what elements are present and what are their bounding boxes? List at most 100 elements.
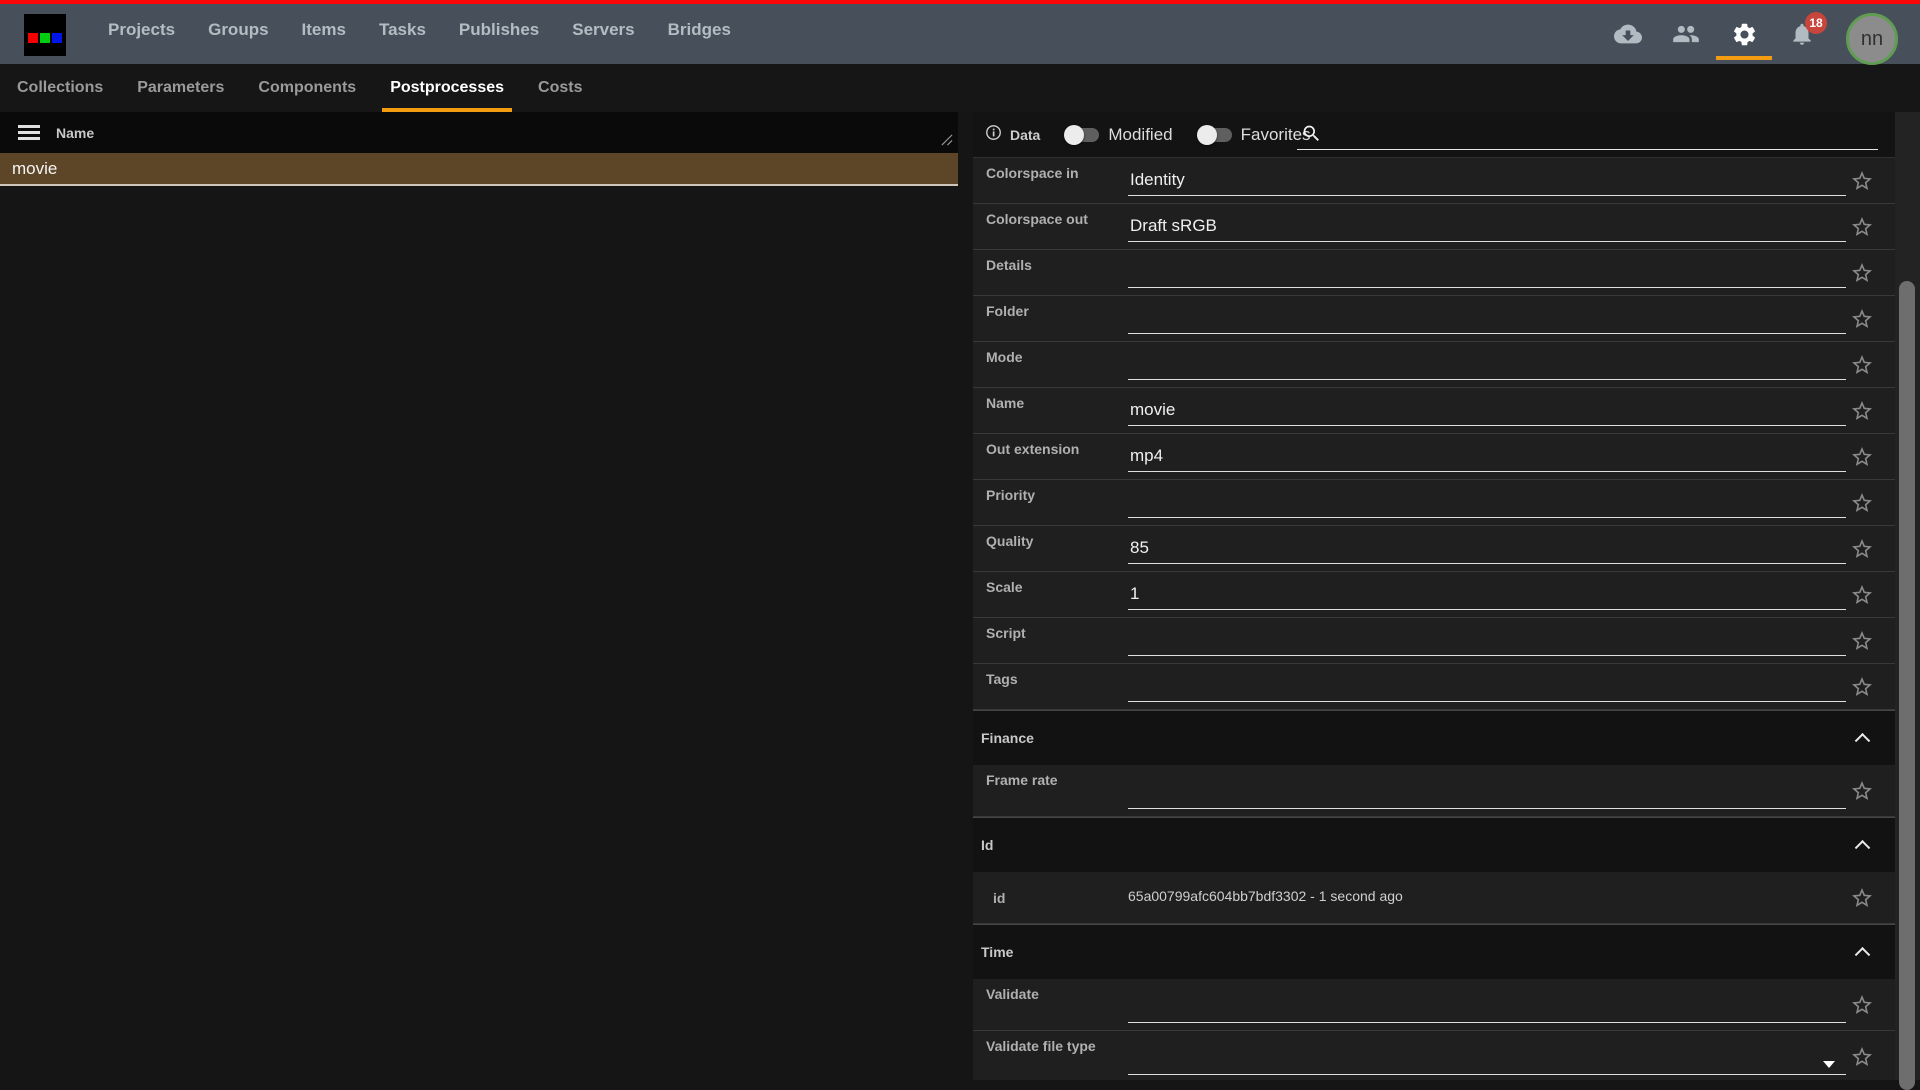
settings-gear-icon[interactable] xyxy=(1730,20,1758,48)
favorite-star-icon[interactable] xyxy=(1849,490,1875,516)
favorite-star-icon[interactable] xyxy=(1849,260,1875,286)
field-value-quality[interactable]: 85 xyxy=(1128,539,1846,564)
favorite-star-icon[interactable] xyxy=(1849,992,1875,1018)
field-value-validate[interactable] xyxy=(1128,999,1846,1023)
field-value-colorspace-in[interactable]: Identity xyxy=(1128,171,1846,196)
scrollbar-thumb[interactable] xyxy=(1899,281,1915,1090)
resize-handle-icon[interactable] xyxy=(940,133,953,151)
favorite-star-icon[interactable] xyxy=(1849,582,1875,608)
logo-blue-square xyxy=(52,33,62,43)
tab-postprocesses[interactable]: Postprocesses xyxy=(388,64,506,112)
field-label: Colorspace in xyxy=(986,165,1079,181)
top-bar: Projects Groups Items Tasks Publishes Servers… xyxy=(0,4,1920,64)
field-row-out-extension: Out extension mp4 xyxy=(973,434,1895,480)
field-value-priority[interactable] xyxy=(1128,494,1846,518)
list-rows: movie xyxy=(0,153,958,186)
field-label: Priority xyxy=(986,487,1035,503)
modified-toggle[interactable] xyxy=(1066,128,1099,142)
field-row-id: id65a00799afc604bb7bdf3302 - 1 second ag… xyxy=(973,872,1895,924)
field-value-colorspace-out[interactable]: Draft sRGB xyxy=(1128,217,1846,242)
modified-toggle-group: Modified xyxy=(1066,125,1172,145)
group-time: TimeValidateValidate file type xyxy=(973,924,1895,1080)
field-value-out-extension[interactable]: mp4 xyxy=(1128,447,1846,472)
logo-green-square xyxy=(40,33,50,43)
settings-tab-bar: Collections Parameters Components Postproce… xyxy=(0,64,1920,112)
nav-item-bridges[interactable]: Bridges xyxy=(668,20,731,40)
field-label: Folder xyxy=(986,303,1029,319)
data-label: Data xyxy=(1010,127,1040,143)
favorite-star-icon[interactable] xyxy=(1849,352,1875,378)
table-row-movie[interactable]: movie xyxy=(0,153,958,186)
field-value-validate-file-type[interactable] xyxy=(1128,1051,1846,1075)
nav-item-servers[interactable]: Servers xyxy=(572,20,634,40)
nav-item-projects[interactable]: Projects xyxy=(108,20,175,40)
menu-hamburger-icon[interactable] xyxy=(18,125,40,140)
modified-toggle-label: Modified xyxy=(1108,125,1172,145)
toggle-knob xyxy=(1197,125,1217,145)
field-row-details: Details xyxy=(973,250,1895,296)
section-header-time[interactable]: Time xyxy=(973,924,1895,979)
field-value-script[interactable] xyxy=(1128,632,1846,656)
name-column-header[interactable]: Name xyxy=(56,125,94,141)
favorite-star-icon[interactable] xyxy=(1849,628,1875,654)
field-value-folder[interactable] xyxy=(1128,310,1846,334)
group-data-fields: Colorspace in Identity Colorspace out Draft… xyxy=(973,157,1895,710)
field-row-validate: Validate xyxy=(973,979,1895,1031)
tab-costs[interactable]: Costs xyxy=(536,64,584,112)
favorite-star-icon[interactable] xyxy=(1849,778,1875,804)
section-header-finance[interactable]: Finance xyxy=(973,710,1895,765)
field-row-scale: Scale1 xyxy=(973,572,1895,618)
tab-components[interactable]: Components xyxy=(256,64,358,112)
favorite-star-icon[interactable] xyxy=(1849,168,1875,194)
favorite-star-icon[interactable] xyxy=(1849,214,1875,240)
favorite-star-icon[interactable] xyxy=(1849,306,1875,332)
app-logo[interactable] xyxy=(24,14,66,56)
list-header: Name xyxy=(0,112,958,153)
nav-item-publishes[interactable]: Publishes xyxy=(459,20,539,40)
nav-item-tasks[interactable]: Tasks xyxy=(379,20,426,40)
users-icon[interactable] xyxy=(1672,20,1700,48)
field-value-name[interactable]: movie xyxy=(1128,401,1846,426)
field-row-name: Namemovie xyxy=(973,388,1895,434)
tab-collections[interactable]: Collections xyxy=(15,64,105,112)
user-avatar[interactable]: nn xyxy=(1846,13,1898,65)
search-input[interactable] xyxy=(1297,125,1878,150)
field-label: Validate xyxy=(986,986,1039,1002)
cloud-download-icon[interactable] xyxy=(1614,20,1642,48)
dropdown-caret-icon[interactable] xyxy=(1823,1061,1835,1068)
favorites-toggle[interactable] xyxy=(1199,128,1232,142)
field-label: Quality xyxy=(986,533,1033,549)
section-header-id[interactable]: Id xyxy=(973,817,1895,872)
nav-item-groups[interactable]: Groups xyxy=(208,20,268,40)
tab-parameters[interactable]: Parameters xyxy=(135,64,226,112)
favorite-star-icon[interactable] xyxy=(1849,398,1875,424)
notifications-bell-icon[interactable]: 18 xyxy=(1788,20,1816,48)
field-value-tags[interactable] xyxy=(1128,678,1846,702)
chevron-up-icon[interactable] xyxy=(1855,733,1871,749)
field-value-details[interactable] xyxy=(1128,264,1846,288)
field-row-mode: Mode xyxy=(973,342,1895,388)
notification-count-badge: 18 xyxy=(1805,12,1827,34)
field-label: Colorspace out xyxy=(986,211,1088,227)
field-label: Script xyxy=(986,625,1026,641)
favorite-star-icon[interactable] xyxy=(1849,444,1875,470)
field-value-scale[interactable]: 1 xyxy=(1128,585,1846,610)
field-value-frame-rate[interactable] xyxy=(1128,785,1846,809)
field-row-quality: Quality 85 xyxy=(973,526,1895,572)
field-label: id xyxy=(993,890,1005,906)
favorite-star-icon[interactable] xyxy=(1849,674,1875,700)
favorite-star-icon[interactable] xyxy=(1849,885,1875,911)
favorite-star-icon[interactable] xyxy=(1849,1044,1875,1070)
favorites-toggle-group: Favorites xyxy=(1199,125,1311,145)
chevron-up-icon[interactable] xyxy=(1855,947,1871,963)
favorite-star-icon[interactable] xyxy=(1849,536,1875,562)
field-label: Out extension xyxy=(986,441,1079,457)
field-row-priority: Priority xyxy=(973,480,1895,526)
data-info-control[interactable]: Data xyxy=(985,124,1040,146)
detail-filter-bar: Data Modified Favorites xyxy=(973,112,1895,157)
field-value-mode[interactable] xyxy=(1128,356,1846,380)
chevron-up-icon[interactable] xyxy=(1855,840,1871,856)
nav-item-items[interactable]: Items xyxy=(302,20,346,40)
scrollbar-track[interactable] xyxy=(1895,112,1920,1080)
field-row-script: Script xyxy=(973,618,1895,664)
